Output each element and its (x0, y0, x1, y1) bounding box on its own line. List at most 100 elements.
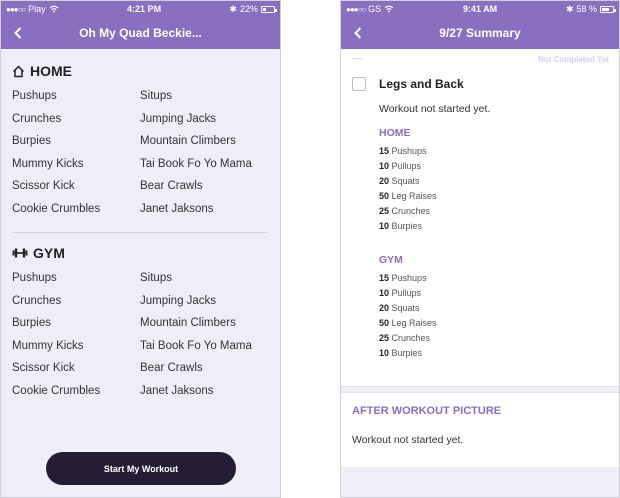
after-picture-card: AFTER WORKOUT PICTURE Workout not starte… (341, 393, 619, 467)
status-bar: ●●●○○ GS 9:41 AM ✱ 58 % (341, 1, 619, 17)
exercise-item: Bear Crawls (140, 362, 203, 374)
completion-checkbox[interactable] (352, 77, 366, 91)
exercise-name: Leg Raises (391, 318, 437, 328)
exercise-item: Jumping Jacks (140, 112, 217, 125)
home-section-header: HOME (1, 63, 280, 79)
exercise-item: Pushups (12, 90, 57, 102)
exercise-item: Mountain Climbers (140, 135, 236, 147)
exercise-name: Pushups (391, 146, 427, 156)
exercise-name: Leg Raises (391, 191, 437, 201)
exercise-row: 10 Pullups (341, 159, 619, 174)
exercise-item: Janet Jaksons (140, 202, 214, 215)
exercise-row: 25 Crunches (341, 331, 619, 346)
exercise-row: 20 Squats (341, 301, 619, 316)
bluetooth-icon: ✱ (229, 3, 237, 14)
nav-bar: 9/27 Summary (341, 17, 619, 49)
workout-status-text: Workout not started yet. (379, 103, 491, 115)
exercise-name: Pullups (391, 161, 422, 171)
exercise-count: 25 (379, 206, 390, 216)
back-button[interactable] (9, 23, 27, 43)
bluetooth-icon: ✱ (565, 3, 574, 14)
exercise-row: 15 Pushups (341, 271, 619, 286)
exercise-item: Tai Book Fo Yo Mama (140, 157, 252, 170)
back-chevron-icon (14, 27, 22, 39)
carrier-label: GS (368, 4, 382, 14)
exercise-count: 15 (379, 273, 390, 283)
exercise-count: 50 (379, 318, 390, 328)
gym-section-header: GYM (1, 245, 280, 261)
workout-card: — Not Completed Yet Legs and Back Workou… (341, 49, 619, 386)
exercise-name: Squats (391, 176, 420, 186)
status-badge: Not Completed Yet (538, 55, 609, 64)
nav-title: Oh My Quad Beckie... (79, 26, 202, 40)
exercise-item: Scissor Kick (12, 362, 75, 374)
exercise-count: 20 (379, 176, 390, 186)
exercise-item: Bear Crawls (140, 180, 203, 192)
exercise-groups: HOME 15 Pushups 10 Pullups 20 Squats 50 Leg … (341, 115, 619, 361)
gym-exercise-list: Pushups Situps Crunches Jumping Jacks Burpie… (1, 267, 280, 402)
workout-title: Legs and Back (379, 77, 464, 91)
back-button[interactable] (349, 23, 367, 43)
gym-title: GYM (33, 245, 65, 261)
exercise-count: 10 (379, 288, 390, 298)
exercise-count: 10 (379, 161, 390, 171)
home-title: HOME (30, 63, 72, 79)
exercise-name: Pullups (391, 288, 422, 298)
start-workout-button[interactable]: Start My Workout (46, 452, 236, 485)
clock: 4:21 PM (127, 4, 162, 14)
right-screen: ●●●○○ GS 9:41 AM ✱ 58 % 9/27 Summary — N… (340, 0, 620, 498)
left-screen: ●●●○○ Play 4:21 PM ✱ 22% Oh My Quad Beck… (0, 0, 281, 498)
battery-level (262, 7, 266, 11)
exercise-count: 50 (379, 191, 390, 201)
exercise-item: Jumping Jacks (140, 294, 217, 307)
battery-percent: 22% (239, 4, 258, 14)
after-picture-text: Workout not started yet. (352, 434, 464, 446)
exercise-item: Cookie Crumbles (12, 202, 101, 215)
exercise-item: Situps (140, 90, 172, 102)
group-title: HOME (379, 127, 411, 139)
exercise-row: 20 Squats (341, 174, 619, 189)
battery-icon (600, 5, 616, 13)
exercise-name: Crunches (391, 333, 431, 343)
card-dash: — (353, 53, 362, 63)
exercise-row: 10 Burpies (341, 346, 619, 361)
exercise-item: Burpies (12, 135, 51, 147)
status-bar: ●●●○○ Play 4:21 PM ✱ 22% (1, 1, 280, 17)
exercise-count: 10 (379, 348, 390, 358)
nav-title: 9/27 Summary (439, 26, 521, 40)
exercise-item: Janet Jaksons (140, 384, 214, 397)
nav-bar: Oh My Quad Beckie... (1, 17, 280, 49)
group-title: GYM (379, 254, 403, 266)
exercise-name: Pushups (391, 273, 427, 283)
exercise-item: Burpies (12, 317, 51, 329)
exercise-item: Mummy Kicks (12, 157, 84, 170)
exercise-count: 15 (379, 146, 390, 156)
exercise-item: Tai Book Fo Yo Mama (140, 339, 252, 352)
dumbbell-icon (12, 248, 28, 258)
battery-percent: 58 % (576, 4, 597, 14)
exercise-item: Situps (140, 272, 172, 284)
signal-icon: ●●●○○ (6, 4, 26, 14)
home-icon (12, 64, 25, 77)
exercise-item: Scissor Kick (12, 180, 75, 192)
exercise-name: Squats (391, 303, 420, 313)
exercise-count: 10 (379, 221, 390, 231)
exercise-item: Crunches (12, 112, 62, 125)
clock: 9:41 AM (462, 4, 498, 14)
wifi-icon (49, 5, 59, 13)
exercise-row: 15 Pushups (341, 144, 619, 159)
signal-icon: ●●●○○ (346, 4, 366, 14)
exercise-item: Mummy Kicks (12, 339, 84, 352)
exercise-name: Crunches (391, 206, 431, 216)
exercise-name: Burpies (391, 348, 423, 358)
exercise-name: Burpies (391, 221, 423, 231)
after-picture-title: AFTER WORKOUT PICTURE (352, 405, 502, 417)
exercise-count: 25 (379, 333, 390, 343)
workout-header: Legs and Back (341, 73, 619, 95)
exercise-row: 10 Burpies (341, 219, 619, 234)
exercise-item: Crunches (12, 294, 62, 307)
exercise-row: 10 Pullups (341, 286, 619, 301)
exercise-row: 25 Crunches (341, 204, 619, 219)
carrier-label: Play (28, 4, 46, 14)
exercise-row: 50 Leg Raises (341, 316, 619, 331)
